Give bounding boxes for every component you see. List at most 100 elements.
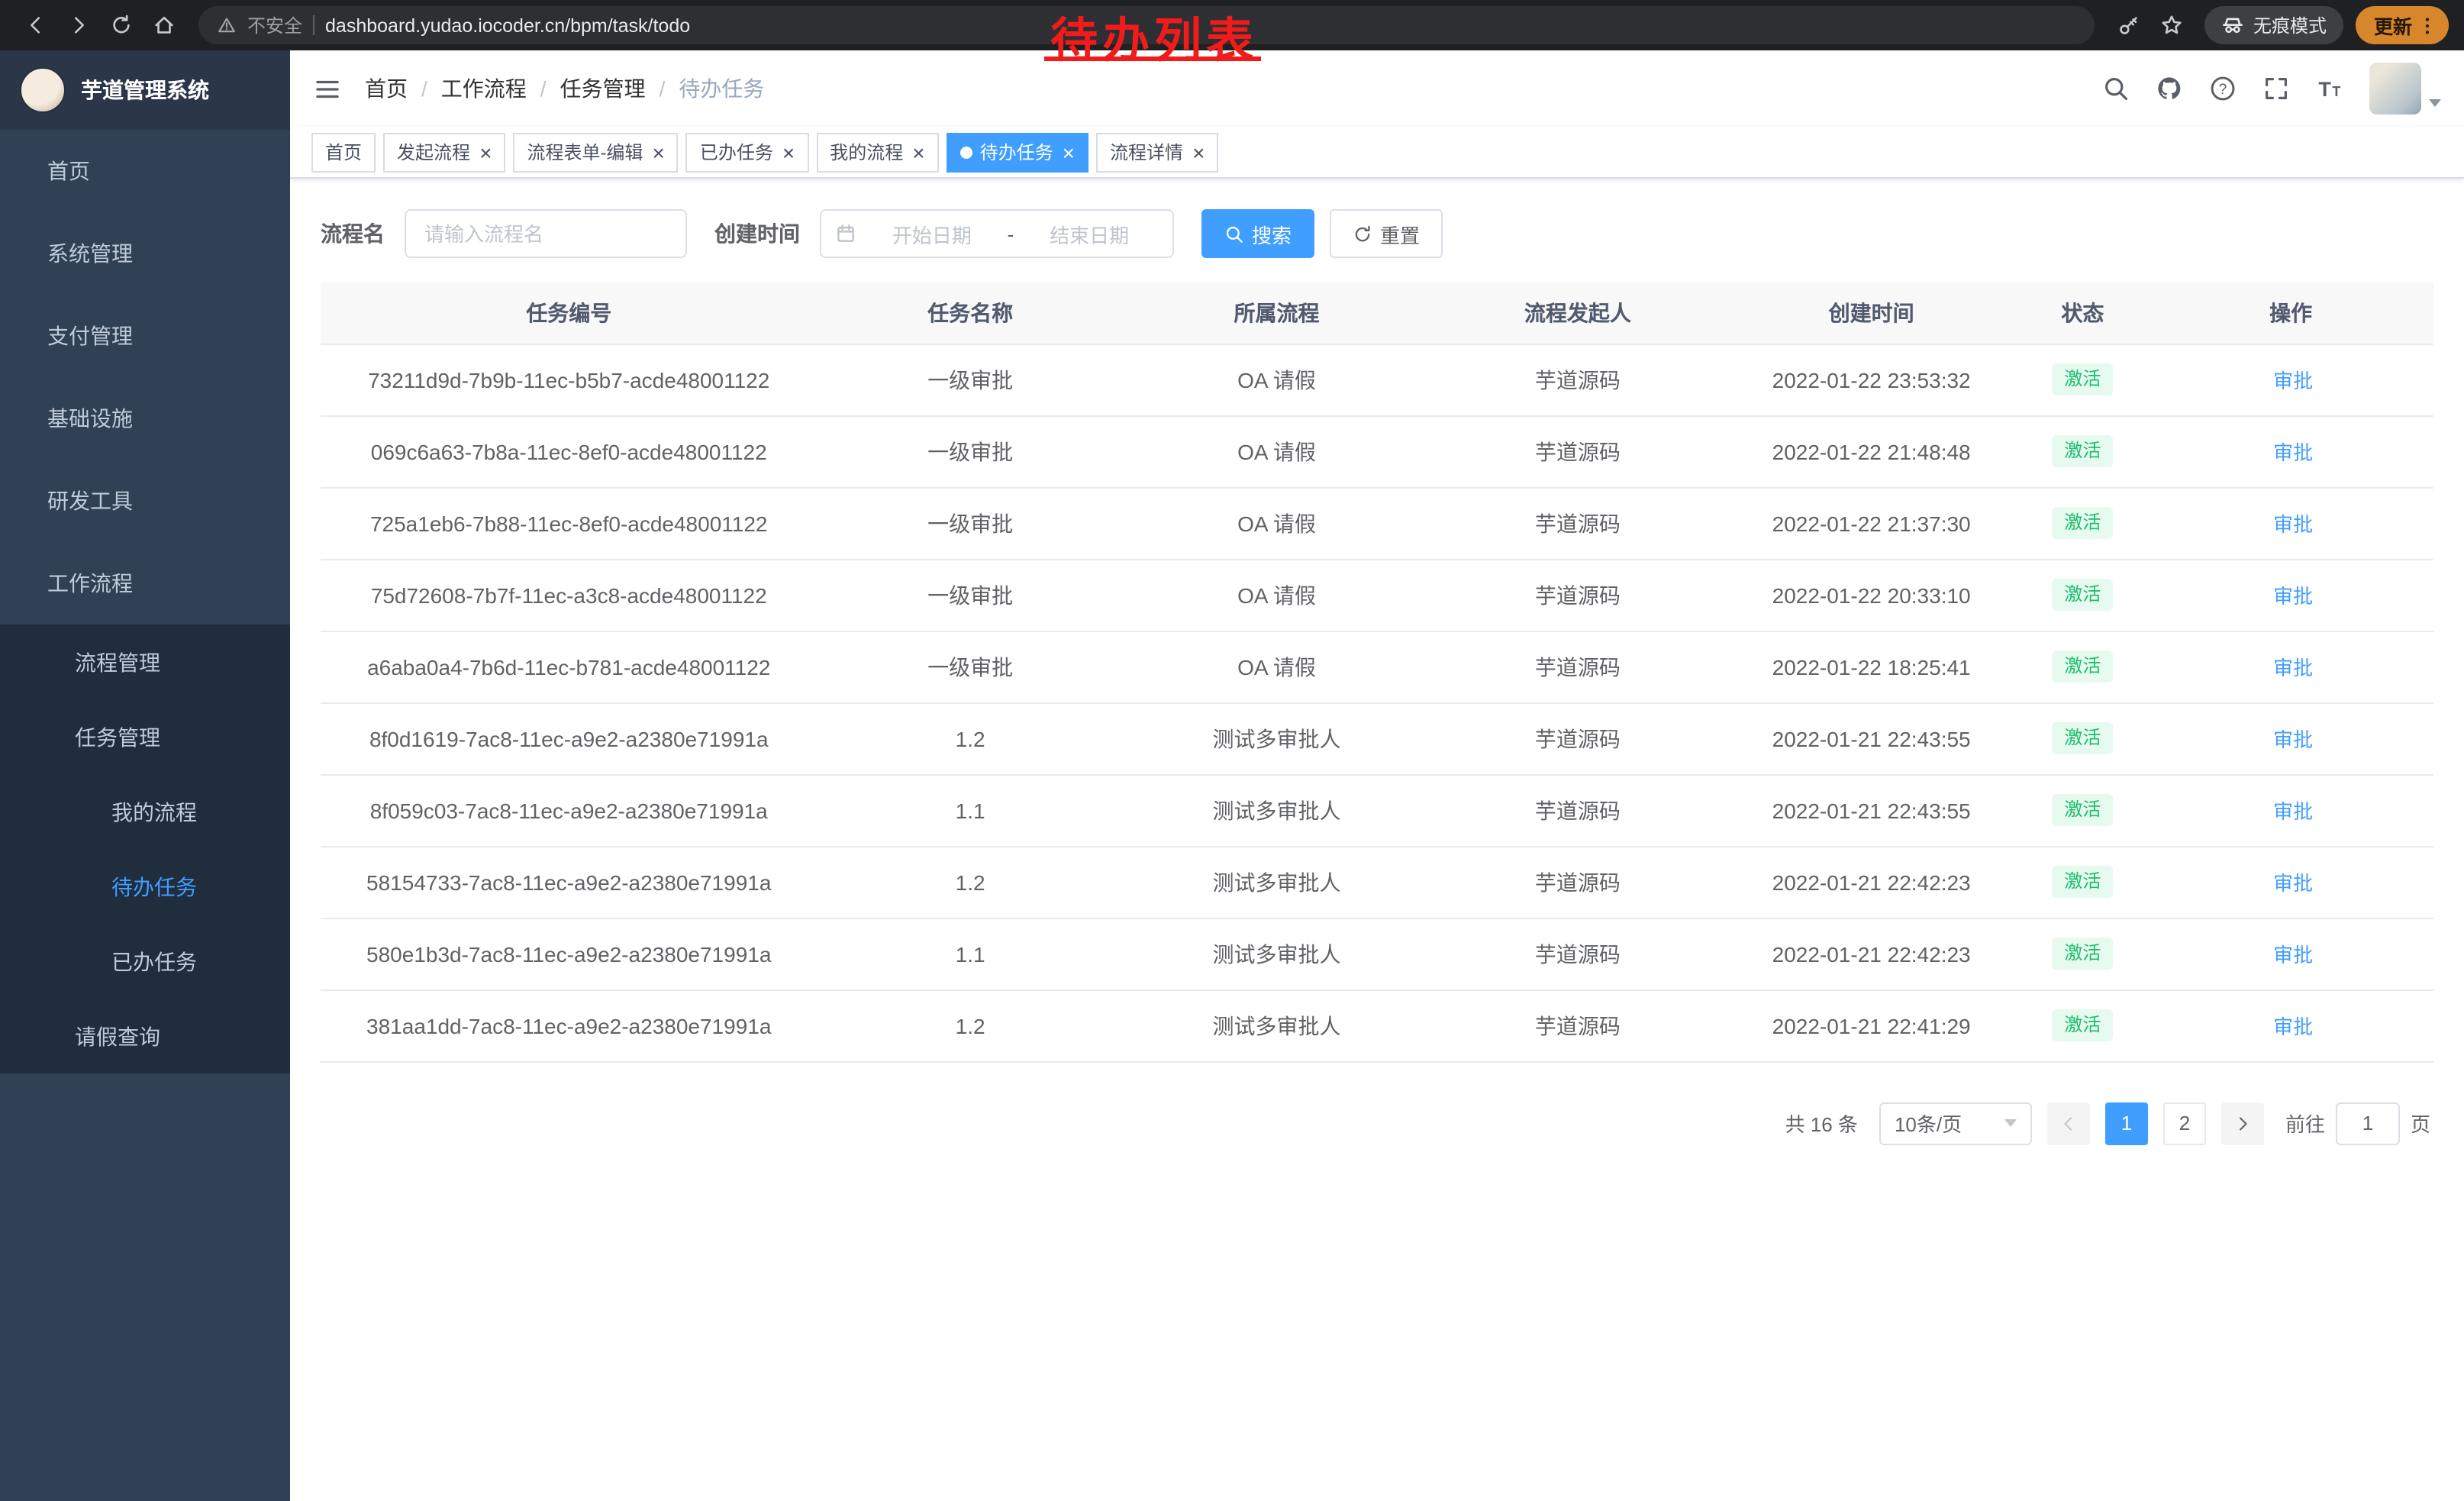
tab-close-icon[interactable]: ×	[479, 141, 492, 163]
sidebar-item-label: 请假查询	[75, 1021, 269, 1051]
sidebar-item-payment-management[interactable]: 支付管理	[0, 295, 290, 377]
search-button[interactable]: 搜索	[1201, 209, 1314, 258]
tab[interactable]: 已办任务×	[686, 132, 808, 172]
tab-label: 发起流程	[397, 139, 470, 165]
column-header: 任务编号	[321, 282, 817, 344]
update-label: 更新	[2374, 11, 2412, 40]
font-size-icon[interactable]: TT	[2316, 75, 2343, 102]
cell-task-id: 725a1eb6-7b88-11ec-8ef0-acde48001122	[321, 487, 817, 559]
tab[interactable]: 流程表单-编辑×	[513, 132, 678, 172]
table-row: 73211d9d-7b9b-11ec-b5b7-acde48001122一级审批…	[321, 344, 2433, 415]
approve-link[interactable]: 审批	[2269, 508, 2313, 537]
cell-task-name: 1.2	[817, 846, 1123, 918]
sidebar-item-home[interactable]: 首页	[0, 130, 290, 212]
approve-link[interactable]: 审批	[2269, 796, 2313, 825]
sidebar: 芋道管理系统 首页系统管理支付管理基础设施研发工具工作流程流程管理任务管理我的流…	[0, 50, 290, 1501]
goto-page: 前往 页	[2285, 1102, 2430, 1144]
breadcrumb-separator: /	[421, 76, 427, 101]
sidebar-item-dev-tools[interactable]: 研发工具	[0, 460, 290, 542]
star-icon[interactable]	[2153, 5, 2192, 45]
tab-close-icon[interactable]: ×	[1192, 141, 1205, 163]
cell-task-id: 381aa1dd-7ac8-11ec-a9e2-a2380e71991a	[321, 989, 817, 1061]
app-logo[interactable]: 芋道管理系统	[0, 50, 290, 130]
tab[interactable]: 首页	[311, 132, 376, 172]
tab-close-icon[interactable]: ×	[782, 141, 795, 163]
sidebar-item-infrastructure[interactable]: 基础设施	[0, 377, 290, 460]
tab[interactable]: 发起流程 ×	[383, 132, 505, 172]
tab[interactable]: 我的流程×	[816, 132, 938, 172]
cell-task-name: 1.1	[817, 918, 1123, 989]
tab[interactable]: 待办任务×	[947, 132, 1088, 172]
update-button[interactable]: 更新	[2356, 6, 2449, 44]
approve-link[interactable]: 审批	[2269, 1011, 2313, 1040]
page-button-2[interactable]: 2	[2163, 1102, 2206, 1144]
cell-created: 2022-01-21 22:43:55	[1726, 702, 2017, 774]
approve-link[interactable]: 审批	[2269, 580, 2313, 609]
breadcrumb-item[interactable]: 首页	[365, 73, 408, 104]
page-button-1[interactable]: 1	[2105, 1102, 2148, 1144]
browser-reload-icon[interactable]	[101, 5, 140, 45]
browser-forward-icon[interactable]	[58, 5, 98, 45]
cell-initiator: 芋道源码	[1430, 989, 1726, 1061]
table-row: a6aba0a4-7b6d-11ec-b781-acde48001122一级审批…	[321, 631, 2433, 702]
search-button-icon	[1224, 224, 1244, 244]
cell-task-id: 75d72608-7b7f-11ec-a3c8-acde48001122	[321, 559, 817, 631]
approve-link[interactable]: 审批	[2269, 939, 2313, 968]
browser-home-icon[interactable]	[144, 5, 183, 45]
approve-link[interactable]: 审批	[2269, 365, 2313, 394]
goto-page-input[interactable]	[2336, 1102, 2400, 1144]
security-label: 不安全	[247, 12, 302, 38]
chevron-right-icon	[2233, 1114, 2252, 1132]
tab[interactable]: 流程详情×	[1096, 132, 1218, 172]
process-name-input[interactable]	[405, 209, 687, 258]
breadcrumb-item[interactable]: 任务管理	[560, 73, 646, 104]
pager-pages: 12	[2105, 1102, 2206, 1144]
sidebar-item-workflow[interactable]: 工作流程	[0, 542, 290, 625]
browser-menu-icon[interactable]	[2417, 15, 2438, 36]
reset-button[interactable]: 重置	[1330, 209, 1443, 258]
key-icon[interactable]	[2110, 5, 2150, 45]
incognito-icon	[2221, 14, 2244, 37]
collapse-sidebar-icon[interactable]	[313, 74, 342, 103]
user-menu[interactable]	[2369, 63, 2441, 115]
sidebar-item-process-management[interactable]: 流程管理	[0, 625, 290, 699]
cell-created: 2022-01-22 21:48:48	[1726, 415, 2017, 487]
task-table: 任务编号任务名称所属流程流程发起人创建时间状态操作 73211d9d-7b9b-…	[321, 282, 2433, 1062]
cell-initiator: 芋道源码	[1430, 774, 1726, 846]
page-size-select[interactable]: 10条/页	[1879, 1102, 2032, 1144]
status-badge: 激活	[2052, 578, 2113, 611]
sidebar-item-todo-task[interactable]: 待办任务	[0, 849, 290, 924]
browser-back-icon[interactable]	[15, 5, 55, 45]
sidebar-item-system-management[interactable]: 系统管理	[0, 212, 290, 295]
sidebar-item-leave-query[interactable]: 请假查询	[0, 999, 290, 1073]
prev-page-button[interactable]	[2047, 1102, 2090, 1144]
fullscreen-icon[interactable]	[2262, 75, 2290, 102]
table-header-row: 任务编号任务名称所属流程流程发起人创建时间状态操作	[321, 282, 2433, 344]
sidebar-item-label: 研发工具	[47, 486, 252, 516]
table-row: 75d72608-7b7f-11ec-a3c8-acde48001122一级审批…	[321, 559, 2433, 631]
approve-label: 审批	[2273, 867, 2313, 896]
sidebar-item-done-task[interactable]: 已办任务	[0, 924, 290, 999]
reset-button-label: 重置	[1380, 219, 1420, 248]
incognito-label: 无痕模式	[2253, 12, 2327, 38]
cell-task-id: 069c6a63-7b8a-11ec-8ef0-acde48001122	[321, 415, 817, 487]
next-page-button[interactable]	[2221, 1102, 2264, 1144]
caret-down-icon	[2429, 99, 2441, 107]
tab-close-icon[interactable]: ×	[1063, 141, 1075, 163]
column-header: 任务名称	[817, 282, 1123, 344]
sidebar-item-my-process[interactable]: 我的流程	[0, 774, 290, 849]
help-icon[interactable]: ?	[2209, 75, 2237, 102]
breadcrumb-item[interactable]: 工作流程	[441, 73, 527, 104]
approve-link[interactable]: 审批	[2269, 867, 2313, 896]
tab-close-icon[interactable]: ×	[912, 141, 924, 163]
calendar-icon	[835, 223, 856, 244]
sidebar-item-task-management[interactable]: 任务管理	[0, 699, 290, 774]
date-range-picker[interactable]: 开始日期 - 结束日期	[820, 209, 1174, 258]
approve-link[interactable]: 审批	[2269, 724, 2313, 753]
tab-close-icon[interactable]: ×	[652, 141, 664, 163]
github-icon[interactable]	[2156, 75, 2183, 102]
approve-link[interactable]: 审批	[2269, 652, 2313, 681]
approve-link[interactable]: 审批	[2269, 437, 2313, 466]
search-icon[interactable]	[2102, 75, 2130, 102]
pagination: 共 16 条 10条/页 12 前往 页	[324, 1102, 2430, 1144]
